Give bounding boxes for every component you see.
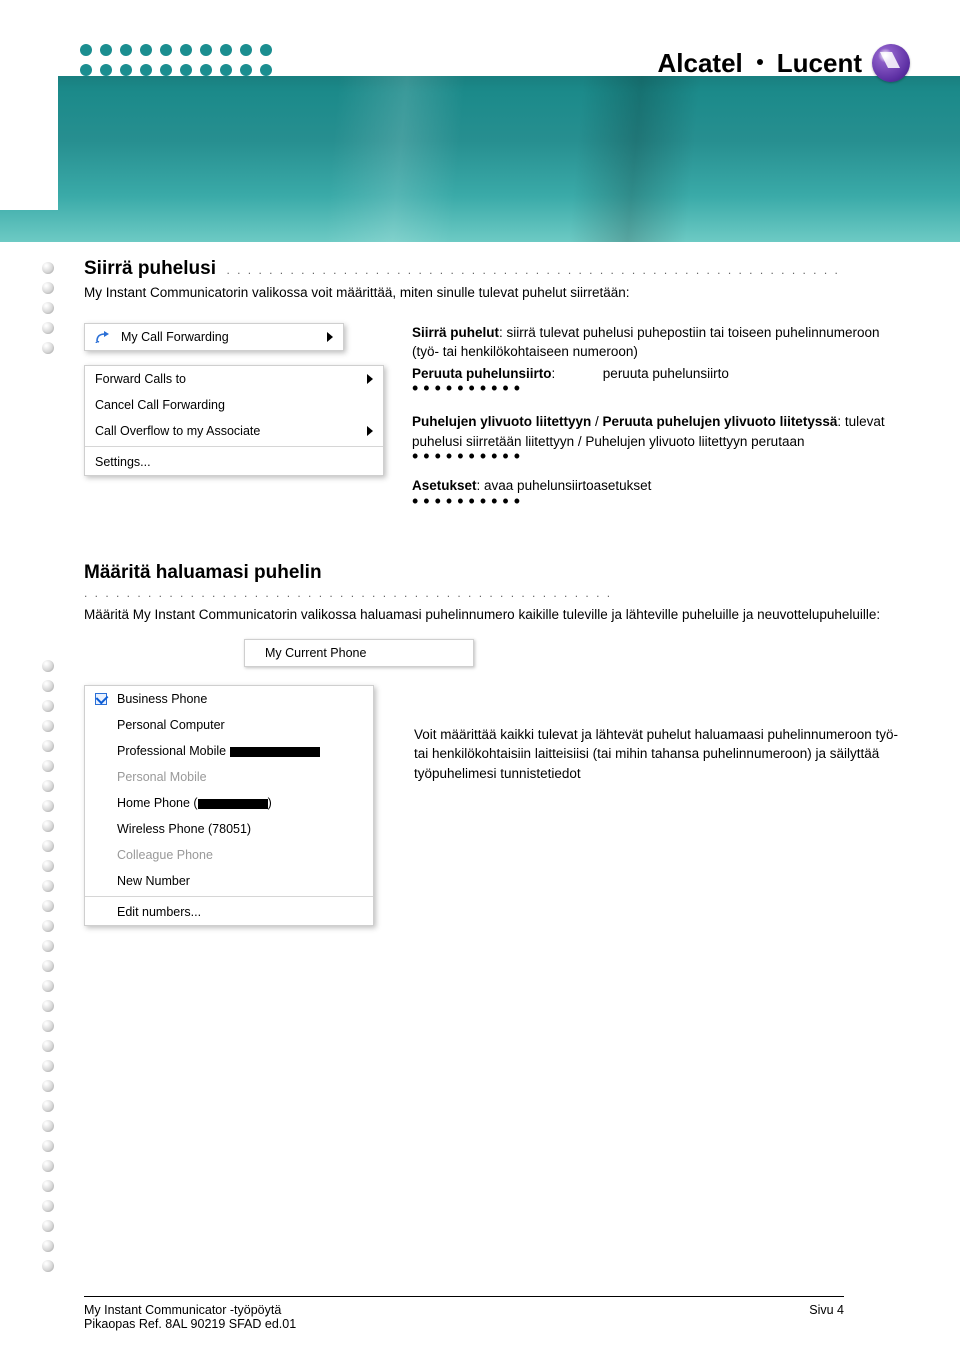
page-footer: My Instant Communicator -työpöytä Sivu 4…	[84, 1296, 904, 1331]
forward-menus: My Call Forwarding Forward Calls to Canc…	[84, 323, 384, 476]
menu-separator	[85, 896, 373, 897]
side-bullets-1	[42, 262, 54, 354]
phone-item-business[interactable]: Business Phone	[85, 686, 373, 712]
brand-emblem-icon	[872, 44, 910, 82]
brand-logo: Alcatel Lucent	[658, 44, 911, 82]
dots-separator: • • • • • • • • • •	[412, 496, 904, 507]
menu-item-overflow[interactable]: Call Overflow to my Associate	[85, 418, 383, 444]
section-intro-forward: My Instant Communicatorin valikossa voit…	[84, 283, 904, 303]
side-bullets-2	[42, 660, 54, 1272]
footer-rule	[84, 1296, 844, 1297]
section-intro-phone: Määritä My Instant Communicatorin valiko…	[84, 605, 904, 625]
section-title-forward: Siirrä puhelusi	[84, 258, 216, 279]
decorative-dot-grid	[80, 44, 272, 76]
menu-item-forward-to[interactable]: Forward Calls to	[85, 366, 383, 392]
brand-name-1: Alcatel	[658, 48, 743, 79]
title-dots: . . . . . . . . . . . . . . . . . . . . …	[84, 586, 612, 600]
forward-icon	[95, 331, 111, 343]
footer-title: My Instant Communicator -työpöytä	[84, 1303, 281, 1317]
menu-label: My Call Forwarding	[121, 330, 317, 344]
banner-left-white	[0, 0, 58, 210]
menu-separator	[85, 446, 383, 447]
section-forward-calls: Siirrä puhelusi . . . . . . . . . . . . …	[84, 258, 904, 506]
redacted-number	[230, 747, 320, 757]
phone-item-personal-mobile[interactable]: Personal Mobile	[85, 764, 373, 790]
phone-item-new-number[interactable]: New Number	[85, 868, 373, 894]
menu-item-settings[interactable]: Settings...	[85, 449, 383, 475]
dots-separator: • • • • • • • • • •	[412, 451, 904, 462]
phone-description: Voit määrittää kaikki tulevat ja lähtevä…	[414, 725, 904, 784]
brand-separator-dot	[757, 59, 763, 65]
chevron-right-icon	[367, 426, 373, 436]
chevron-right-icon	[327, 332, 333, 342]
footer-page: Sivu 4	[809, 1303, 844, 1317]
redacted-number	[198, 799, 268, 809]
phone-item-home[interactable]: Home Phone ()	[85, 790, 373, 816]
desc-forward: Siirrä puhelut: siirrä tulevat puhelusi …	[412, 323, 904, 362]
page-content: Siirrä puhelusi . . . . . . . . . . . . …	[84, 258, 904, 926]
forward-descriptions: Siirrä puhelut: siirrä tulevat puhelusi …	[412, 323, 904, 507]
menu-my-current-phone[interactable]: My Current Phone	[244, 639, 474, 667]
menu-forward-options: Forward Calls to Cancel Call Forwarding …	[84, 365, 384, 476]
footer-ref: Pikaopas Ref. 8AL 90219 SFAD ed.01	[84, 1317, 904, 1331]
menu-item-cancel-forward[interactable]: Cancel Call Forwarding	[85, 392, 383, 418]
chevron-right-icon	[367, 374, 373, 384]
brand-name-2: Lucent	[777, 48, 862, 79]
phone-item-edit-numbers[interactable]: Edit numbers...	[85, 899, 373, 925]
menu-my-call-forwarding[interactable]: My Call Forwarding	[84, 323, 344, 351]
dots-separator: • • • • • • • • • •	[412, 383, 904, 394]
menu-phone-list: Business Phone Personal Computer Profess…	[84, 685, 374, 926]
section-title-phone: Määritä haluamasi puhelin	[84, 562, 322, 583]
phone-item-prof-mobile[interactable]: Professional Mobile	[85, 738, 373, 764]
phone-item-colleague[interactable]: Colleague Phone	[85, 842, 373, 868]
title-dots: . . . . . . . . . . . . . . . . . . . . …	[226, 263, 839, 277]
section-desired-phone: Määritä haluamasi puhelin . . . . . . . …	[84, 562, 904, 926]
phone-item-pc[interactable]: Personal Computer	[85, 712, 373, 738]
check-icon	[95, 693, 107, 705]
phone-item-wireless[interactable]: Wireless Phone (78051)	[85, 816, 373, 842]
